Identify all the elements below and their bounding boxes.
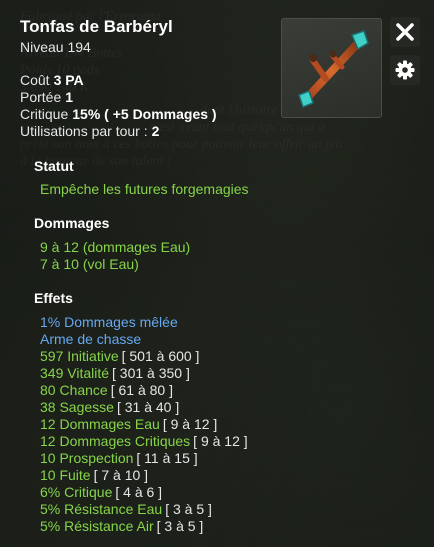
item-critical: Critique 15% ( +5 Dommages ) — [20, 106, 217, 122]
effect-range: [ 301 à 350 ] — [112, 365, 190, 381]
effect-value: 597 Initiative — [40, 348, 119, 364]
effect-range: [ 9 à 12 ] — [162, 416, 218, 432]
close-icon — [396, 23, 414, 41]
item-cost: Coût 3 PA — [20, 72, 84, 88]
effect-range: [ 7 à 10 ] — [93, 467, 149, 483]
effect-value: 5% Résistance Air — [40, 518, 154, 534]
effect-value: 10 Prospection — [40, 450, 134, 466]
effect-line-blue: Arme de chasse — [40, 331, 142, 347]
uses-label: Utilisations par tour : — [20, 123, 148, 139]
effect-value: 6% Critique — [40, 484, 113, 500]
level-label: Niveau — [20, 39, 64, 55]
crit-label: Critique — [20, 106, 69, 122]
effect-range: [ 11 à 15 ] — [136, 450, 198, 466]
cost-label: Coût — [20, 72, 50, 88]
item-name: Tonfas de Barbéryl — [20, 17, 173, 36]
cost-value: 3 PA — [53, 72, 84, 88]
close-button[interactable] — [390, 17, 420, 47]
effect-line: 6% Critique[ 4 à 6 ] — [40, 484, 162, 500]
effect-value: 38 Sagesse — [40, 399, 114, 415]
effect-range: [ 3 à 5 ] — [156, 518, 204, 534]
effect-range: [ 501 à 600 ] — [121, 348, 200, 364]
effect-range: [ 9 à 12 ] — [193, 433, 248, 449]
effect-line: 10 Prospection[ 11 à 15 ] — [40, 450, 198, 466]
effects-section-title: Effets — [34, 290, 73, 306]
damage-line: 7 à 10 (vol Eau) — [40, 256, 139, 272]
effect-line: 12 Dommages Eau[ 9 à 12 ] — [40, 416, 217, 432]
range-label: Portée — [20, 89, 62, 105]
level-value: 194 — [67, 39, 91, 55]
effect-range: [ 61 à 80 ] — [110, 382, 173, 398]
effect-value: 5% Résistance Eau — [40, 501, 163, 517]
effect-line: 10 Fuite[ 7 à 10 ] — [40, 467, 148, 483]
effect-line-blue: 1% Dommages mêlée — [40, 314, 178, 330]
effect-line: 5% Résistance Air[ 3 à 5 ] — [40, 518, 203, 534]
effect-value: 10 Fuite — [40, 467, 91, 483]
effect-line: 597 Initiative[ 501 à 600 ] — [40, 348, 199, 364]
crit-value: 15% ( +5 Dommages ) — [72, 106, 217, 122]
effect-range: [ 4 à 6 ] — [115, 484, 163, 500]
effect-value: 349 Vitalité — [40, 365, 110, 381]
item-uses-per-turn: Utilisations par tour :2 — [20, 123, 159, 139]
item-range: Portée 1 — [20, 89, 73, 105]
effect-range: [ 3 à 5 ] — [165, 501, 212, 517]
effect-line: 349 Vitalité[ 301 à 350 ] — [40, 365, 190, 381]
effect-line: 80 Chance[ 61 à 80 ] — [40, 382, 173, 398]
effect-line: 5% Résistance Eau[ 3 à 5 ] — [40, 501, 212, 517]
effect-value: 12 Dommages Eau — [40, 416, 160, 432]
item-level: Niveau 194 — [20, 39, 91, 55]
uses-value: 2 — [151, 123, 160, 139]
effect-line: 12 Dommages Critiques[ 9 à 12 ] — [40, 433, 248, 449]
gear-icon — [395, 60, 415, 80]
settings-button[interactable] — [390, 55, 420, 85]
effect-line: 38 Sagesse[ 31 à 40 ] — [40, 399, 179, 415]
range-value: 1 — [65, 89, 74, 105]
effect-value: 12 Dommages Critiques — [40, 433, 191, 449]
item-tooltip-panel: Tonfas de Barbéryl Niveau 194 Coût 3 PA P… — [0, 0, 434, 547]
effect-value: 80 Chance — [40, 382, 108, 398]
effect-range: [ 31 à 40 ] — [116, 399, 180, 415]
status-section-title: Statut — [34, 158, 74, 174]
damage-line: 9 à 12 (dommages Eau) — [40, 239, 191, 255]
item-image-frame — [281, 18, 382, 118]
status-text: Empêche les futures forgemagies — [40, 181, 249, 197]
damage-section-title: Dommages — [34, 215, 110, 231]
tonfa-weapon-icon — [298, 30, 369, 108]
